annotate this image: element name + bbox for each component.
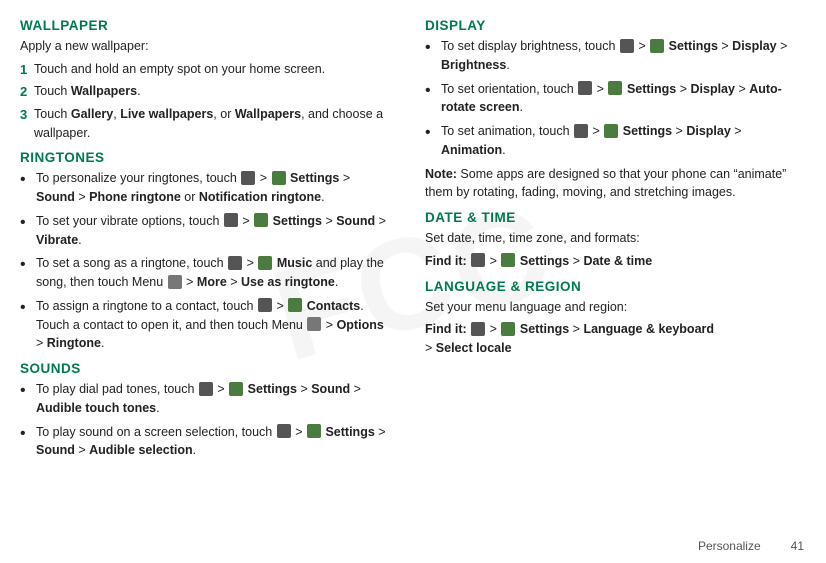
display-item-1: • To set display brightness, touch > Set… xyxy=(425,37,805,75)
language-intro: Set your menu language and region: xyxy=(425,298,805,317)
sounds-item-2: • To play sound on a screen selection, t… xyxy=(20,423,391,461)
datetime-title: DATE & TIME xyxy=(425,210,805,225)
settings-icon-lang xyxy=(501,322,515,336)
ringtones-title: RINGTONES xyxy=(20,150,391,165)
menu-icon-2 xyxy=(224,213,238,227)
language-findit: Find it: > Settings > Language & keyboar… xyxy=(425,320,805,358)
display-section: DISPLAY • To set display brightness, tou… xyxy=(425,18,805,202)
sounds-section: SOUNDS • To play dial pad tones, touch >… xyxy=(20,361,391,460)
contacts-icon xyxy=(288,298,302,312)
sounds-title: SOUNDS xyxy=(20,361,391,376)
settings-icon xyxy=(272,171,286,185)
menu-icon-dt xyxy=(471,253,485,267)
display-title: DISPLAY xyxy=(425,18,805,33)
datetime-intro: Set date, time, time zone, and formats: xyxy=(425,229,805,248)
page-container: WALLPAPER Apply a new wallpaper: 1 Touch… xyxy=(0,0,826,563)
menu-icon-r1 xyxy=(620,39,634,53)
datetime-findit: Find it: > Settings > Date & time xyxy=(425,252,805,271)
language-title: LANGUAGE & REGION xyxy=(425,279,805,294)
settings-icon-3 xyxy=(229,382,243,396)
ringtones-section: RINGTONES • To personalize your ringtone… xyxy=(20,150,391,353)
menu-icon-lang xyxy=(471,322,485,336)
datetime-section: DATE & TIME Set date, time, time zone, a… xyxy=(425,210,805,271)
settings-icon-4 xyxy=(307,424,321,438)
menu-icon-r3 xyxy=(574,124,588,138)
ringtone-item-1: • To personalize your ringtones, touch >… xyxy=(20,169,391,207)
menu-icon-r2 xyxy=(578,81,592,95)
settings-icon-dt xyxy=(501,253,515,267)
wallpaper-intro: Apply a new wallpaper: xyxy=(20,37,391,56)
ringtone-item-2: • To set your vibrate options, touch > S… xyxy=(20,212,391,250)
display-item-3: • To set animation, touch > Settings > D… xyxy=(425,122,805,160)
settings-icon-r2 xyxy=(608,81,622,95)
grid-icon-2 xyxy=(307,317,321,331)
sounds-item-1: • To play dial pad tones, touch > Settin… xyxy=(20,380,391,418)
step3-text: Touch Gallery, Live wallpapers, or Wallp… xyxy=(34,105,391,143)
wallpaper-step-2: 2 Touch Wallpapers. xyxy=(20,82,391,102)
step1-text: Touch and hold an empty spot on your hom… xyxy=(34,60,325,79)
step2-text: Touch Wallpapers. xyxy=(34,82,141,101)
wallpaper-title: WALLPAPER xyxy=(20,18,391,33)
language-section: LANGUAGE & REGION Set your menu language… xyxy=(425,279,805,358)
wallpaper-section: WALLPAPER Apply a new wallpaper: 1 Touch… xyxy=(20,18,391,142)
wallpaper-step-1: 1 Touch and hold an empty spot on your h… xyxy=(20,60,391,80)
settings-icon-2 xyxy=(254,213,268,227)
ringtone-item-4: • To assign a ringtone to a contact, tou… xyxy=(20,297,391,353)
music-icon xyxy=(258,256,272,270)
settings-icon-r1 xyxy=(650,39,664,53)
display-item-2: • To set orientation, touch > Settings >… xyxy=(425,80,805,118)
wallpaper-step-3: 3 Touch Gallery, Live wallpapers, or Wal… xyxy=(20,105,391,143)
menu-icon xyxy=(241,171,255,185)
menu-icon-4 xyxy=(258,298,272,312)
grid-icon xyxy=(168,275,182,289)
ringtone-item-3: • To set a song as a ringtone, touch > M… xyxy=(20,254,391,292)
settings-icon-r3 xyxy=(604,124,618,138)
menu-icon-3 xyxy=(228,256,242,270)
left-column: WALLPAPER Apply a new wallpaper: 1 Touch… xyxy=(20,18,415,549)
right-column: DISPLAY • To set display brightness, tou… xyxy=(415,18,805,549)
menu-icon-6 xyxy=(277,424,291,438)
menu-icon-5 xyxy=(199,382,213,396)
display-note: Note: Some apps are designed so that you… xyxy=(425,165,805,203)
